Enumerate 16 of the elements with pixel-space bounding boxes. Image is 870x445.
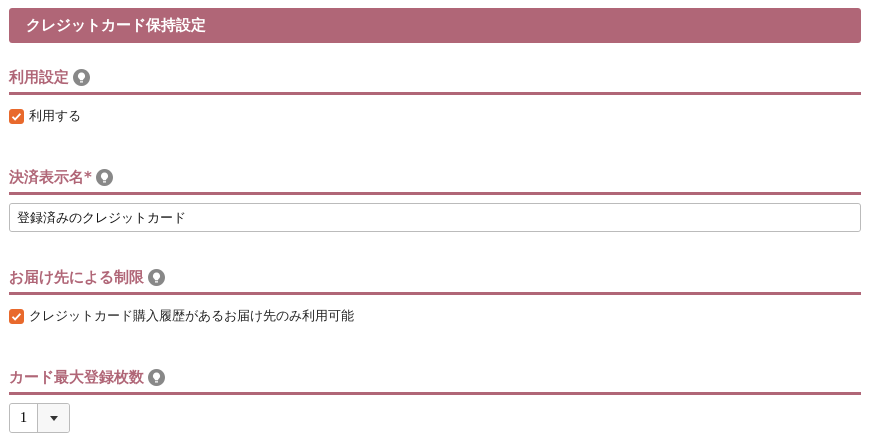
checkbox-label: クレジットカード購入履歴があるお届け先のみ利用可能 <box>29 308 354 325</box>
lightbulb-icon[interactable] <box>96 168 113 186</box>
section-title: お届け先による制限 <box>9 268 144 286</box>
select-dropdown[interactable]: 1 <box>9 403 70 433</box>
lightbulb-icon[interactable] <box>148 268 165 286</box>
checkbox[interactable] <box>9 108 24 124</box>
checkbox-label: 利用する <box>29 108 81 125</box>
lightbulb-icon[interactable] <box>148 368 165 386</box>
caret-icon <box>50 416 58 420</box>
section-title: 利用設定 <box>9 68 69 86</box>
input-field[interactable]: 登録済みのクレジットカード <box>9 203 861 232</box>
header-title: クレジットカード保持設定 <box>26 16 206 35</box>
checkbox[interactable] <box>9 308 24 324</box>
section-title: カード最大登録枚数 <box>9 368 144 386</box>
section-title: 決済表示名* <box>9 168 92 186</box>
lightbulb-icon[interactable] <box>73 68 90 86</box>
